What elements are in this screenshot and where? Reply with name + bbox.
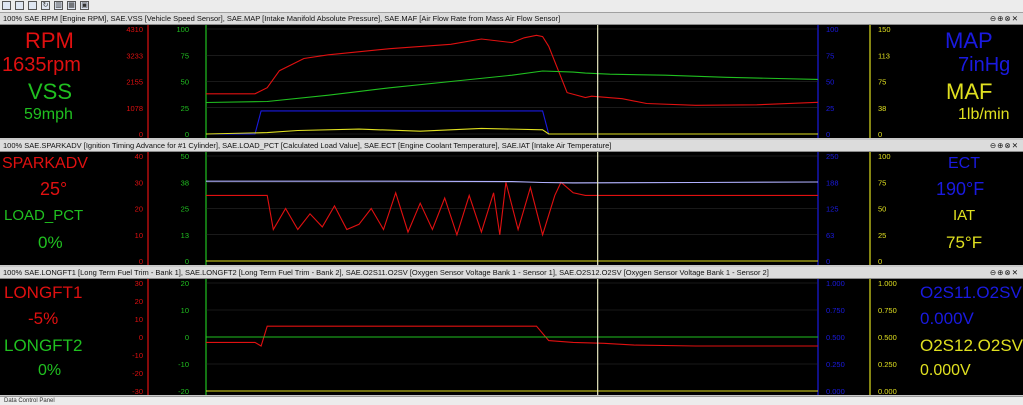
chart-svg: 0 1078 2155 3233 4310 0 25 50 75 100 0 25 50 75 100 0 38… xyxy=(126,25,891,138)
cycle-icon[interactable]: ↻ xyxy=(41,1,50,10)
panel-window-controls[interactable]: ⊖⊕⊗✕ xyxy=(990,268,1019,278)
tick-label: 0 xyxy=(185,257,189,265)
tick-label: 0 xyxy=(139,130,143,138)
tick-label: 0 xyxy=(826,130,830,138)
tick-label: 0.250 xyxy=(878,360,897,369)
panel-title-bar[interactable]: 100% SAE.LONGFT1 [Long Term Fuel Trim - … xyxy=(0,267,1023,279)
tick-label: 0.750 xyxy=(826,306,845,315)
tick-label: 20 xyxy=(135,297,143,306)
tick-label: 10 xyxy=(181,306,189,315)
tick-label: 50 xyxy=(878,205,886,214)
series-line xyxy=(206,34,819,106)
tick-label: -10 xyxy=(132,351,143,360)
tick-label: -10 xyxy=(178,360,189,369)
tick-label: 10 xyxy=(135,231,143,240)
tick-label: 13 xyxy=(181,231,189,240)
tick-label: -30 xyxy=(132,387,143,395)
tick-label: 0 xyxy=(139,257,143,265)
tick-label: 4310 xyxy=(126,25,143,34)
tick-label: 0.500 xyxy=(878,333,897,342)
tick-label: 0 xyxy=(185,130,189,138)
tick-label: 0 xyxy=(826,257,830,265)
tick-label: 38 xyxy=(181,178,189,187)
grid-icon[interactable]: ▦ xyxy=(67,1,76,10)
tick-label: 50 xyxy=(826,78,834,87)
tick-label: 125 xyxy=(826,205,839,214)
tick-label: 75 xyxy=(878,78,886,87)
tick-label: 0.000 xyxy=(878,387,897,395)
open-icon[interactable] xyxy=(15,1,24,10)
tick-label: 0.500 xyxy=(826,333,845,342)
tick-label: 250 xyxy=(826,152,839,161)
series-line xyxy=(205,70,819,104)
series-line xyxy=(206,325,818,347)
tick-label: 0.000 xyxy=(826,387,845,395)
chart-icon[interactable]: ▥ xyxy=(54,1,63,10)
tick-label: 75 xyxy=(826,51,834,60)
tick-label: 0.250 xyxy=(826,360,845,369)
tick-label: 25 xyxy=(826,104,834,113)
panel-icon[interactable]: ▣ xyxy=(80,1,89,10)
panel-window-controls[interactable]: ⊖⊕⊗✕ xyxy=(990,141,1019,151)
save-icon[interactable] xyxy=(28,1,37,10)
tick-label: 25 xyxy=(878,231,886,240)
tick-label: 30 xyxy=(135,279,143,288)
tick-label: 150 xyxy=(878,25,891,34)
chart-svg: -30 -20 -10 0 10 20 30 -20 -10 0 10 20 0.000 0.250 0.5… xyxy=(132,279,897,395)
tick-label: 3233 xyxy=(126,51,143,60)
panel-title-bar[interactable]: 100% SAE.RPM [Engine RPM], SAE.VSS [Vehi… xyxy=(0,13,1023,25)
panel-title-bar[interactable]: 100% SAE.SPARKADV [Ignition Timing Advan… xyxy=(0,140,1023,152)
tick-label: 100 xyxy=(878,152,891,161)
tick-label: 1078 xyxy=(126,104,143,113)
panel-window-controls[interactable]: ⊖⊕⊗✕ xyxy=(990,14,1019,24)
tick-label: 50 xyxy=(181,78,189,87)
tick-label: 0 xyxy=(878,130,882,138)
tick-label: 75 xyxy=(878,178,886,187)
tick-label: 0 xyxy=(139,333,143,342)
tick-label: 30 xyxy=(135,178,143,187)
tick-label: 50 xyxy=(181,152,189,161)
tick-label: 0.750 xyxy=(878,306,897,315)
series-line xyxy=(205,127,818,135)
tick-label: 10 xyxy=(135,315,143,324)
tick-label: 100 xyxy=(826,25,839,34)
chart-svg: 0 10 20 30 40 0 13 25 38 50 0 63 125 188 250 0 25 50 75 100 xyxy=(135,152,891,265)
panel-title: 100% SAE.SPARKADV [Ignition Timing Advan… xyxy=(3,141,612,150)
tick-label: 25 xyxy=(181,104,189,113)
toolbar: ↻ ▥ ▦ ▣ xyxy=(0,0,1023,13)
tick-label: -20 xyxy=(132,369,143,378)
tick-label: 40 xyxy=(135,152,143,161)
tick-label: 0 xyxy=(185,333,189,342)
panel-longft-o2s: 100% SAE.LONGFT1 [Long Term Fuel Trim - … xyxy=(0,267,1023,395)
panel-sparkadv-load-ect-iat: 100% SAE.SPARKADV [Ignition Timing Advan… xyxy=(0,140,1023,265)
tick-label: 0 xyxy=(878,257,882,265)
tick-label: 100 xyxy=(176,25,189,34)
tick-label: 20 xyxy=(181,279,189,288)
panel-rpm-vss-map-maf: 100% SAE.RPM [Engine RPM], SAE.VSS [Vehi… xyxy=(0,13,1023,138)
tick-label: 38 xyxy=(878,104,886,113)
new-icon[interactable] xyxy=(2,1,11,10)
tick-label: 63 xyxy=(826,231,834,240)
tick-label: 2155 xyxy=(126,78,143,87)
tick-label: -20 xyxy=(178,387,189,395)
tick-label: 1.000 xyxy=(878,279,897,288)
panel-title: 100% SAE.RPM [Engine RPM], SAE.VSS [Vehi… xyxy=(3,14,561,23)
tick-label: 1.000 xyxy=(826,279,845,288)
tick-label: 25 xyxy=(181,205,189,214)
tick-label: 75 xyxy=(181,51,189,60)
tick-label: 20 xyxy=(135,205,143,214)
panel-title: 100% SAE.LONGFT1 [Long Term Fuel Trim - … xyxy=(3,268,769,277)
tick-label: 188 xyxy=(826,178,839,187)
tick-label: 113 xyxy=(878,51,890,60)
